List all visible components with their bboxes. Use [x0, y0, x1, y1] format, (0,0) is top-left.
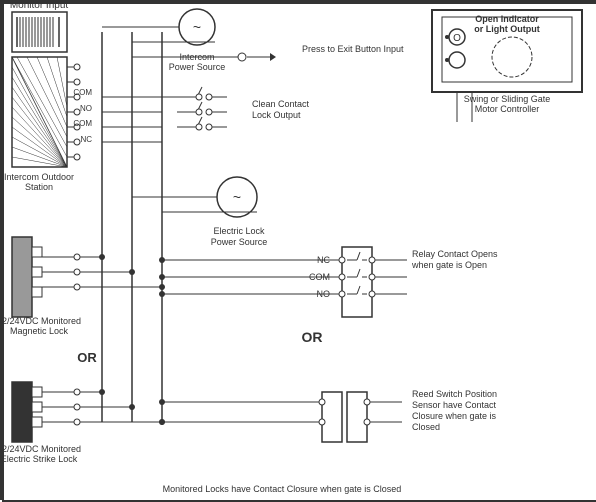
svg-text:Relay Contact Opens: Relay Contact Opens [412, 249, 498, 259]
svg-text:Press to Exit Button Input: Press to Exit Button Input [302, 44, 404, 54]
svg-text:Open Indicator: Open Indicator [475, 14, 539, 24]
svg-text:NO: NO [80, 104, 92, 113]
svg-text:OR: OR [77, 350, 97, 365]
svg-text:NC: NC [80, 135, 92, 144]
svg-text:OR: OR [302, 329, 323, 345]
svg-text:~: ~ [233, 189, 241, 205]
svg-text:Electric Lock: Electric Lock [213, 226, 265, 236]
svg-text:Sensor have Contact: Sensor have Contact [412, 400, 497, 410]
svg-text:NC: NC [317, 255, 330, 265]
monitor-input-label: Monitor Input [10, 2, 69, 11]
svg-text:Monitored Locks have Contact C: Monitored Locks have Contact Closure whe… [163, 484, 402, 494]
svg-text:Swing or Sliding Gate: Swing or Sliding Gate [464, 94, 551, 104]
svg-text:Intercom Outdoor: Intercom Outdoor [4, 172, 74, 182]
svg-text:or Light Output: or Light Output [474, 24, 539, 34]
svg-text:Motor Controller: Motor Controller [475, 104, 540, 114]
svg-text:O: O [453, 33, 461, 44]
svg-text:Station: Station [25, 182, 53, 192]
svg-text:Clean Contact: Clean Contact [252, 99, 310, 109]
svg-text:Intercom: Intercom [179, 52, 214, 62]
svg-text:Electric Strike Lock: Electric Strike Lock [2, 454, 78, 464]
svg-text:COM: COM [309, 272, 330, 282]
svg-text:Reed Switch Position: Reed Switch Position [412, 389, 497, 399]
svg-text:Power Source: Power Source [169, 62, 226, 72]
svg-text:Closed: Closed [412, 422, 440, 432]
svg-text:COM: COM [73, 88, 92, 97]
svg-text:12/24VDC Monitored: 12/24VDC Monitored [2, 316, 81, 326]
svg-text:COM: COM [73, 119, 92, 128]
svg-text:Lock Output: Lock Output [252, 110, 301, 120]
svg-text:12/24VDC Monitored: 12/24VDC Monitored [2, 444, 81, 454]
svg-text:Power Source: Power Source [211, 237, 268, 247]
svg-text:Closure when gate is: Closure when gate is [412, 411, 497, 421]
diagram-container: ~ [0, 0, 596, 500]
svg-text:~: ~ [193, 19, 201, 35]
svg-text:Magnetic Lock: Magnetic Lock [10, 326, 69, 336]
svg-text:NO: NO [317, 289, 331, 299]
svg-text:when gate is Open: when gate is Open [411, 260, 487, 270]
